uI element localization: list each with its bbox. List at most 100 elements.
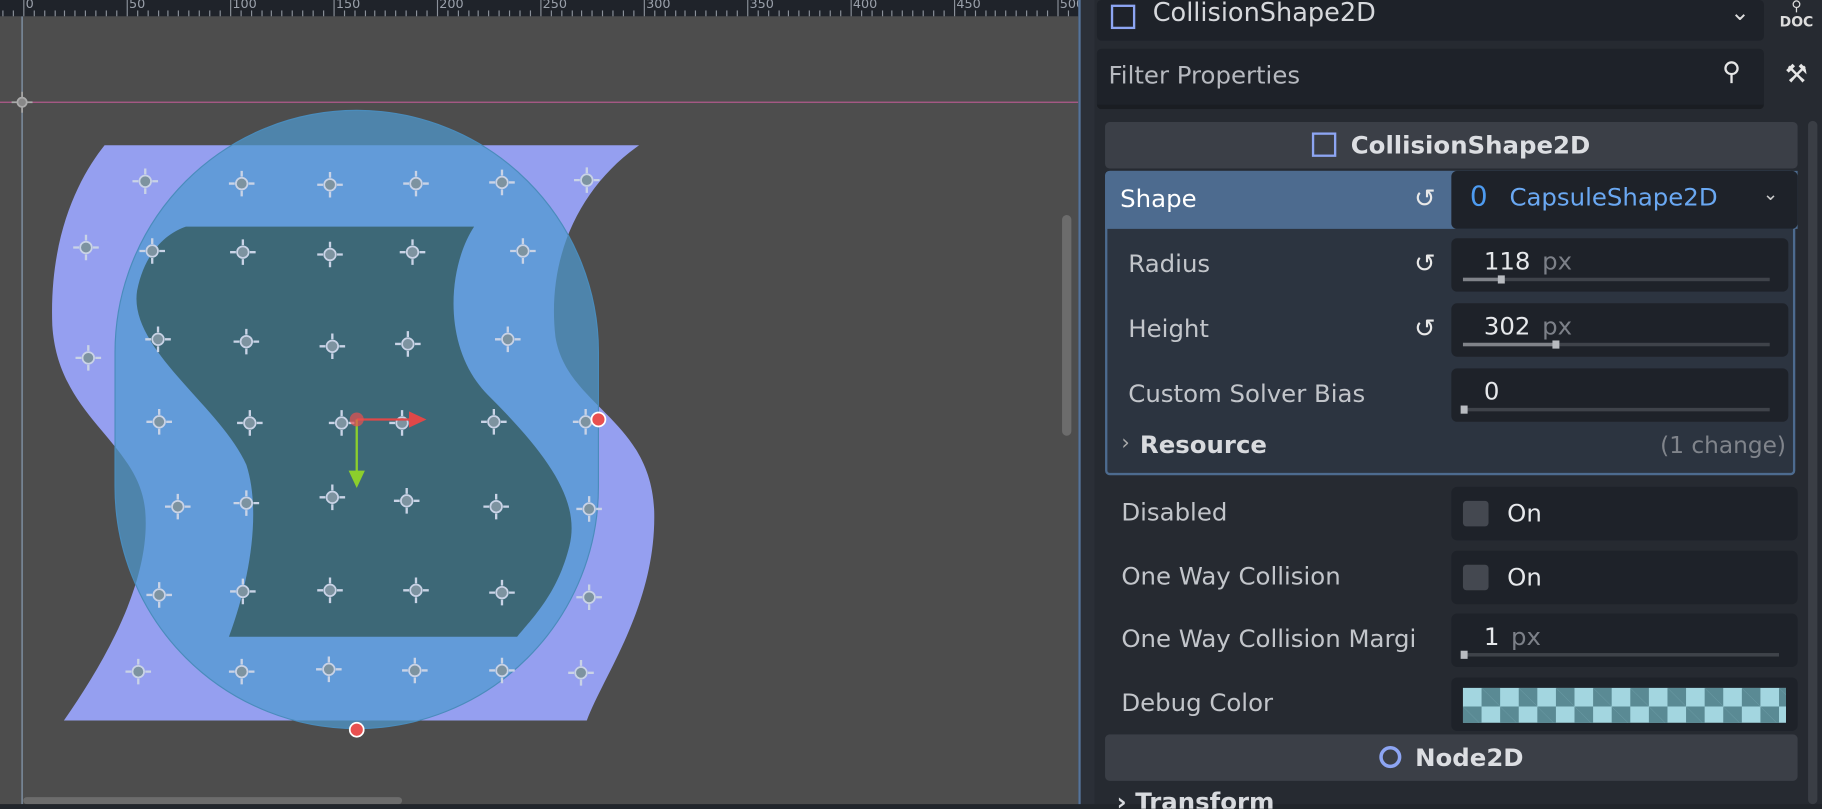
radius-slider[interactable]	[1463, 278, 1770, 281]
height-handle[interactable]	[350, 723, 364, 737]
ruler-tick	[871, 10, 872, 16]
ruler-tick	[664, 10, 665, 16]
pivot-handle[interactable]	[350, 413, 364, 427]
ruler-tick	[33, 10, 34, 16]
checkbox-icon	[1463, 501, 1489, 527]
ruler-tick	[313, 10, 314, 16]
radius-spinslider[interactable]: 118px	[1451, 238, 1788, 291]
disabled-checkbox[interactable]: On	[1451, 487, 1797, 540]
ruler-tick	[892, 10, 893, 16]
shape-resource-picker[interactable]: 0 CapsuleShape2D ⌄	[1451, 171, 1797, 229]
ruler-tick	[902, 10, 903, 16]
ruler-tick	[488, 10, 489, 16]
section-collisionshape2d[interactable]: CollisionShape2D	[1105, 122, 1798, 168]
slider-grabber[interactable]	[1497, 275, 1504, 283]
2d-viewport[interactable]: 050100150200250300350400450500	[0, 0, 1078, 804]
margin-value: 1	[1484, 623, 1500, 651]
ruler-tick	[1037, 10, 1038, 16]
ruler-tick	[530, 10, 531, 16]
height-spinslider[interactable]: 302px	[1451, 303, 1788, 356]
ruler-tick	[437, 0, 438, 16]
slider-grabber[interactable]	[1553, 340, 1560, 348]
property-debug-color: Debug Color	[1105, 675, 1798, 731]
ruler-tick	[426, 10, 427, 16]
origin-marker	[12, 92, 33, 113]
transform-subsection[interactable]: › Transform	[1105, 786, 1798, 809]
ruler-tick	[416, 10, 417, 16]
filter-properties-input[interactable]: Filter Properties ⚲	[1097, 49, 1764, 109]
property-one-way-collision: One Way Collision On	[1105, 548, 1798, 604]
top-ruler[interactable]: 050100150200250300350400450500	[0, 0, 1078, 16]
resource-subsection[interactable]: › Resource (1 change)	[1105, 425, 1798, 467]
ruler-tick	[385, 10, 386, 16]
ruler-tick	[54, 10, 55, 16]
disabled-label: Disabled	[1121, 498, 1227, 526]
bias-spinslider[interactable]: 0	[1451, 368, 1788, 421]
chevron-right-icon: ›	[1121, 431, 1129, 455]
ruler-tick	[840, 10, 841, 16]
ruler-tick	[157, 10, 158, 16]
margin-slider[interactable]	[1463, 653, 1779, 656]
ruler-tick	[519, 10, 520, 16]
ruler-tick	[985, 10, 986, 16]
debug-color-label: Debug Color	[1121, 689, 1273, 717]
ruler-tick	[1047, 10, 1048, 16]
disabled-value: On	[1507, 500, 1542, 528]
inspector-scrollbar[interactable]	[1808, 121, 1817, 804]
node-selector[interactable]: CollisionShape2D ⌄	[1097, 0, 1764, 41]
ruler-tick	[737, 10, 738, 16]
ruler-tick	[861, 10, 862, 16]
ruler-tick	[44, 10, 45, 16]
height-slider[interactable]	[1463, 343, 1770, 346]
chevron-down-icon: ⌄	[1763, 182, 1779, 204]
ruler-tick	[602, 10, 603, 16]
checkbox-icon	[1463, 565, 1489, 591]
ruler-tick	[447, 10, 448, 16]
slider-grabber[interactable]	[1461, 406, 1468, 414]
ruler-label: 500	[1060, 0, 1079, 12]
node-selector-label: CollisionShape2D	[1153, 0, 1376, 28]
radius-handle[interactable]	[591, 413, 605, 427]
revert-icon[interactable]: ↺	[1414, 250, 1435, 279]
ruler-tick	[550, 10, 551, 16]
slider-grabber[interactable]	[1461, 651, 1468, 659]
node2d-circle-icon	[1379, 746, 1401, 768]
collision-shape-square-icon	[1312, 132, 1336, 156]
ruler-tick	[23, 0, 24, 16]
ruler-tick	[333, 0, 334, 16]
ruler-tick	[757, 10, 758, 16]
ruler-tick	[85, 10, 86, 16]
debug-color-picker[interactable]	[1451, 677, 1797, 730]
ruler-tick	[406, 10, 407, 16]
ruler-tick	[695, 10, 696, 16]
tools-icon[interactable]: ⚒	[1785, 60, 1808, 89]
property-shape[interactable]: Shape ↺ 0 CapsuleShape2D ⌄	[1105, 171, 1798, 229]
ruler-label: 250	[543, 0, 567, 12]
ruler-tick	[354, 10, 355, 16]
ruler-tick	[106, 10, 107, 16]
ruler-tick	[581, 10, 582, 16]
ruler-tick	[571, 10, 572, 16]
bias-slider[interactable]	[1463, 408, 1770, 411]
margin-spinslider[interactable]: 1px	[1451, 614, 1797, 667]
scene-canvas[interactable]	[0, 0, 1078, 804]
ruler-tick	[95, 10, 96, 16]
ruler-label: 300	[646, 0, 670, 12]
revert-icon[interactable]: ↺	[1414, 315, 1435, 344]
ruler-tick	[974, 10, 975, 16]
capsule-icon: 0	[1470, 180, 1488, 213]
horizontal-scrollbar[interactable]	[23, 797, 402, 804]
bias-value: 0	[1484, 378, 1500, 406]
ruler-tick	[706, 10, 707, 16]
ruler-tick	[1005, 10, 1006, 16]
vertical-scrollbar[interactable]	[1062, 215, 1071, 436]
revert-icon[interactable]: ↺	[1414, 185, 1435, 214]
ruler-tick	[830, 10, 831, 16]
section-node2d[interactable]: Node2D	[1105, 734, 1798, 780]
one-way-checkbox[interactable]: On	[1451, 551, 1797, 604]
doc-label: DOC	[1773, 14, 1819, 30]
doc-button[interactable]: ⚲DOC	[1773, 0, 1819, 30]
ruler-tick	[540, 0, 541, 16]
ruler-tick	[809, 10, 810, 16]
ruler-tick	[178, 10, 179, 16]
